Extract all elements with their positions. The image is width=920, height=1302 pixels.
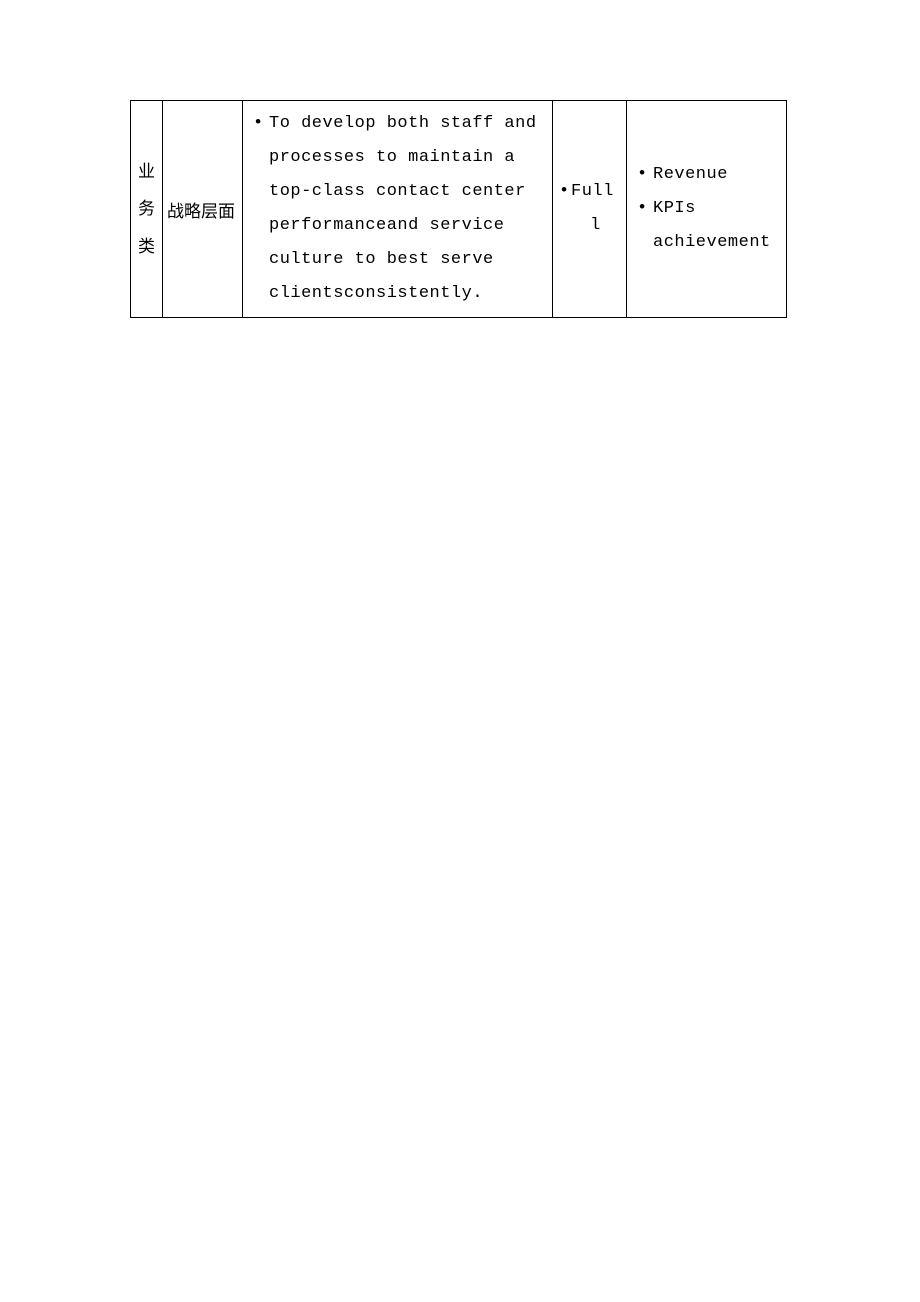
text: 战略层面	[167, 202, 235, 221]
bullet-item: Revenue	[637, 158, 776, 192]
bullet-item: Full	[559, 175, 620, 209]
cell-scope: Full l	[553, 101, 627, 318]
char: 务	[135, 190, 158, 227]
char: 类	[135, 228, 158, 265]
text: l	[557, 209, 622, 243]
cell-metrics: Revenue KPIs achievement	[627, 101, 787, 318]
bullet-item: KPIs achievement	[637, 192, 776, 260]
cell-level: 战略层面	[163, 101, 243, 318]
doc-table: 业 务 类 战略层面 To develop both staff and pro…	[130, 100, 787, 318]
table-row: 业 务 类 战略层面 To develop both staff and pro…	[131, 101, 787, 318]
char: 业	[135, 153, 158, 190]
bullet-item: To develop both staff and processes to m…	[253, 107, 542, 311]
cell-description: To develop both staff and processes to m…	[243, 101, 553, 318]
cell-category: 业 务 类	[131, 101, 163, 318]
